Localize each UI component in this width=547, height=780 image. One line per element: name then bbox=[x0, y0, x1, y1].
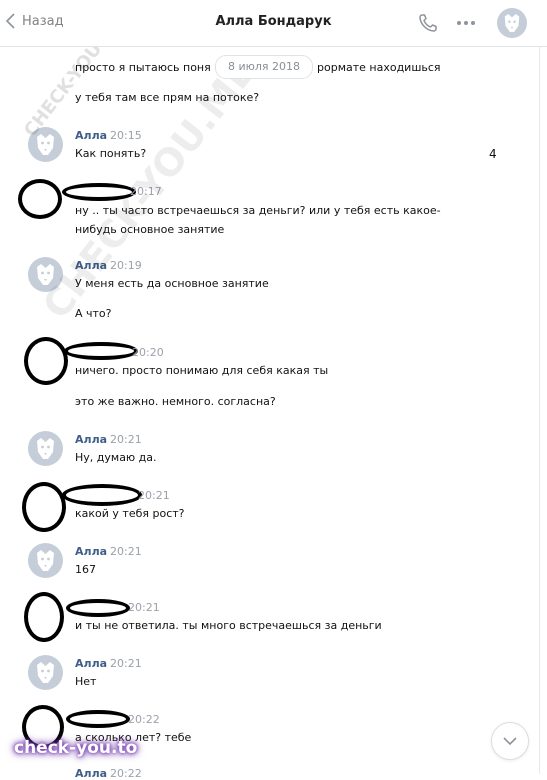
phone-icon[interactable] bbox=[418, 13, 438, 33]
redacted-name-scribble bbox=[66, 710, 130, 728]
sender-name[interactable]: Алла bbox=[75, 545, 107, 558]
message-time[interactable]: 20:21 bbox=[110, 657, 142, 670]
sender-name[interactable]: Алла bbox=[75, 433, 107, 446]
message-text: Ну, думаю да. bbox=[75, 451, 157, 464]
message-text: Как понять? bbox=[75, 147, 147, 160]
sender-name[interactable]: Алла bbox=[75, 657, 107, 670]
chat-header: Назад Алла Бондарук bbox=[0, 0, 547, 47]
message-time[interactable]: 20:21 bbox=[128, 601, 160, 614]
redacted-avatar-scribble bbox=[24, 592, 64, 642]
dog-avatar-icon bbox=[504, 14, 520, 32]
dog-avatar-icon bbox=[37, 438, 54, 459]
message-text: и ты не ответила. ты много встречаешься … bbox=[75, 619, 382, 632]
redacted-name-scribble bbox=[66, 599, 130, 617]
message-time[interactable]: 20:21 bbox=[110, 433, 142, 446]
message-text: Нет bbox=[75, 675, 97, 688]
date-separator: 8 июля 2018 bbox=[215, 55, 314, 79]
message-time[interactable]: 20:15 bbox=[110, 129, 142, 142]
dog-avatar-icon bbox=[37, 662, 54, 683]
chevron-down-icon bbox=[503, 736, 517, 745]
redacted-avatar-scribble bbox=[18, 179, 62, 219]
message-time[interactable]: 20:20 bbox=[132, 346, 164, 359]
panel-border bbox=[539, 0, 540, 774]
redacted-avatar-scribble bbox=[22, 482, 66, 532]
message-time[interactable]: 20:22 bbox=[128, 713, 160, 726]
avatar[interactable] bbox=[28, 655, 63, 690]
redacted-name-scribble bbox=[62, 484, 142, 506]
redacted-name-scribble bbox=[64, 342, 138, 360]
unread-count: 4 bbox=[489, 147, 497, 161]
message-text: какой у тебя рост? bbox=[75, 507, 185, 520]
message-text: ничего. просто понимаю для себя какая ты bbox=[75, 364, 329, 377]
redacted-avatar-scribble bbox=[24, 337, 68, 385]
message-text: 167 bbox=[75, 563, 96, 576]
avatar[interactable] bbox=[28, 543, 63, 578]
scroll-down-button[interactable] bbox=[491, 722, 529, 760]
message-time[interactable]: 20:21 bbox=[138, 489, 170, 502]
message-time[interactable]: 20:21 bbox=[110, 545, 142, 558]
header-avatar[interactable] bbox=[497, 8, 527, 38]
message-text: рормате находишься bbox=[317, 61, 441, 74]
message-text: это же важно. немного. согласна? bbox=[75, 395, 276, 408]
sender-name[interactable]: Алла bbox=[75, 129, 107, 142]
dog-avatar-icon bbox=[37, 550, 54, 571]
avatar[interactable] bbox=[28, 431, 63, 466]
more-dots-icon[interactable] bbox=[456, 20, 476, 26]
site-logo-watermark: check-you.to bbox=[14, 738, 138, 758]
